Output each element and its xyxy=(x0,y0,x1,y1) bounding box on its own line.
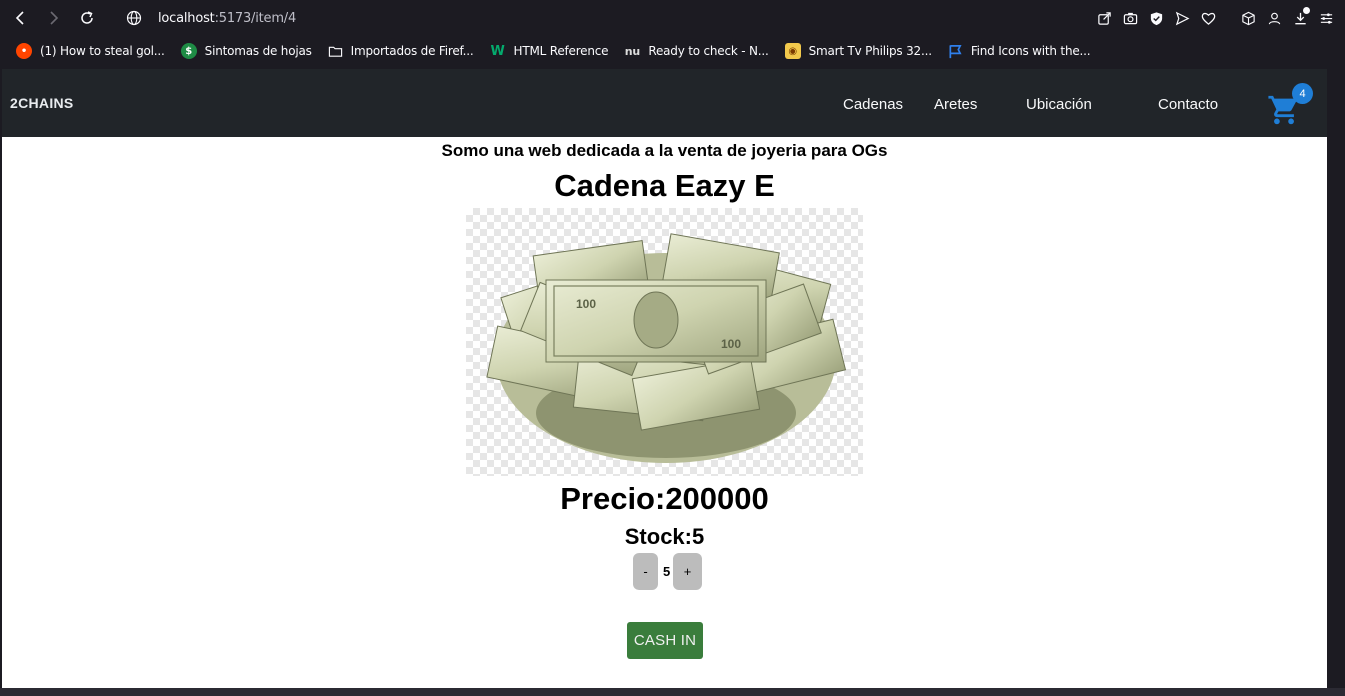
quantity-value: 5 xyxy=(663,564,671,579)
bookmark-label: HTML Reference xyxy=(513,44,609,58)
screenshot-icon[interactable] xyxy=(1121,6,1139,30)
product-stock: Stock:5 xyxy=(624,524,705,549)
bookmark-smart-tv[interactable]: ◉ Smart Tv Philips 32... xyxy=(784,43,932,59)
page-viewport: 2CHAINS Cadenas Aretes Ubicación Contact… xyxy=(2,69,1327,688)
nav-link-aretes[interactable]: Aretes xyxy=(934,96,977,113)
bookmark-label: Importados de Firef... xyxy=(350,44,474,58)
product-price: Precio:200000 xyxy=(560,481,769,516)
url-path: :5173/item/4 xyxy=(214,10,297,26)
cash-in-button[interactable]: CASH IN xyxy=(627,622,703,659)
reload-button[interactable] xyxy=(74,5,100,31)
cart-count-badge: 4 xyxy=(1292,83,1313,104)
address-bar[interactable]: localhost:5173/item/4 xyxy=(120,4,1050,32)
svg-text:100: 100 xyxy=(721,337,741,351)
forward-button[interactable] xyxy=(40,5,66,31)
downloads-icon[interactable] xyxy=(1291,6,1310,30)
dollar-icon: $ xyxy=(180,43,197,59)
url-text: localhost:5173/item/4 xyxy=(158,11,296,26)
bookmark-label: (1) How to steal gol... xyxy=(40,44,165,58)
bookmark-reddit[interactable]: • (1) How to steal gol... xyxy=(16,43,165,59)
bookmark-sintomas[interactable]: $ Sintomas de hojas xyxy=(180,43,312,59)
tagline: Somo una web dedicada a la venta de joye… xyxy=(441,141,888,160)
nu-icon: nu xyxy=(624,44,640,58)
quantity-stepper: - 5 + xyxy=(633,553,702,590)
url-host: localhost xyxy=(158,10,215,26)
w3-icon: W xyxy=(490,43,505,59)
back-button[interactable] xyxy=(8,5,34,31)
brand-logo[interactable]: 2CHAINS xyxy=(10,95,74,111)
bookmark-label: Find Icons with the... xyxy=(970,44,1091,58)
bookmark-label: Sintomas de hojas xyxy=(204,44,312,58)
bookmark-html-reference[interactable]: W HTML Reference xyxy=(490,43,609,59)
account-icon[interactable] xyxy=(1265,6,1283,30)
bookmark-ready-to-check[interactable]: nu Ready to check - N... xyxy=(624,43,769,59)
site-navbar: 2CHAINS Cadenas Aretes Ubicación Contact… xyxy=(2,69,1327,137)
heart-icon[interactable] xyxy=(1199,6,1217,30)
window-edge xyxy=(1327,69,1345,696)
flag-icon xyxy=(949,44,962,58)
share-icon[interactable] xyxy=(1095,6,1113,30)
browser-toolbar: localhost:5173/item/4 xyxy=(0,0,1345,36)
bookmark-importados[interactable]: Importados de Firef... xyxy=(328,44,474,59)
bookmark-label: Smart Tv Philips 32... xyxy=(808,44,932,58)
reload-icon xyxy=(81,11,93,24)
svg-text:100: 100 xyxy=(576,297,596,311)
shield-icon[interactable] xyxy=(1147,6,1165,30)
back-arrow-icon xyxy=(15,11,24,25)
nav-link-contacto[interactable]: Contacto xyxy=(1158,96,1218,113)
product-title: Cadena Eazy E xyxy=(554,168,775,203)
increment-button[interactable]: + xyxy=(673,553,702,590)
bookmarks-bar: • (1) How to steal gol... $ Sintomas de … xyxy=(0,36,1345,66)
bookmark-label: Ready to check - N... xyxy=(648,44,769,58)
folder-icon xyxy=(328,46,342,57)
nav-link-ubicacion[interactable]: Ubicación xyxy=(1026,96,1092,113)
bottom-bar xyxy=(0,688,1345,696)
product-image: 100 100 xyxy=(466,208,863,476)
store-icon: ◉ xyxy=(784,43,801,59)
toolbar-icons xyxy=(1095,6,1335,30)
reddit-icon: • xyxy=(16,43,32,59)
bookmark-find-icons[interactable]: Find Icons with the... xyxy=(948,44,1091,59)
globe-icon xyxy=(126,10,142,26)
menu-icon[interactable] xyxy=(1317,6,1335,30)
send-icon[interactable] xyxy=(1173,6,1191,30)
toolbar-separator xyxy=(1225,6,1231,30)
money-stack-image: 100 100 xyxy=(486,233,847,463)
download-dot-icon xyxy=(1303,7,1310,14)
cube-icon[interactable] xyxy=(1239,6,1257,30)
forward-arrow-icon xyxy=(50,11,59,25)
decrement-button[interactable]: - xyxy=(633,553,658,590)
nav-link-cadenas[interactable]: Cadenas xyxy=(843,96,903,113)
